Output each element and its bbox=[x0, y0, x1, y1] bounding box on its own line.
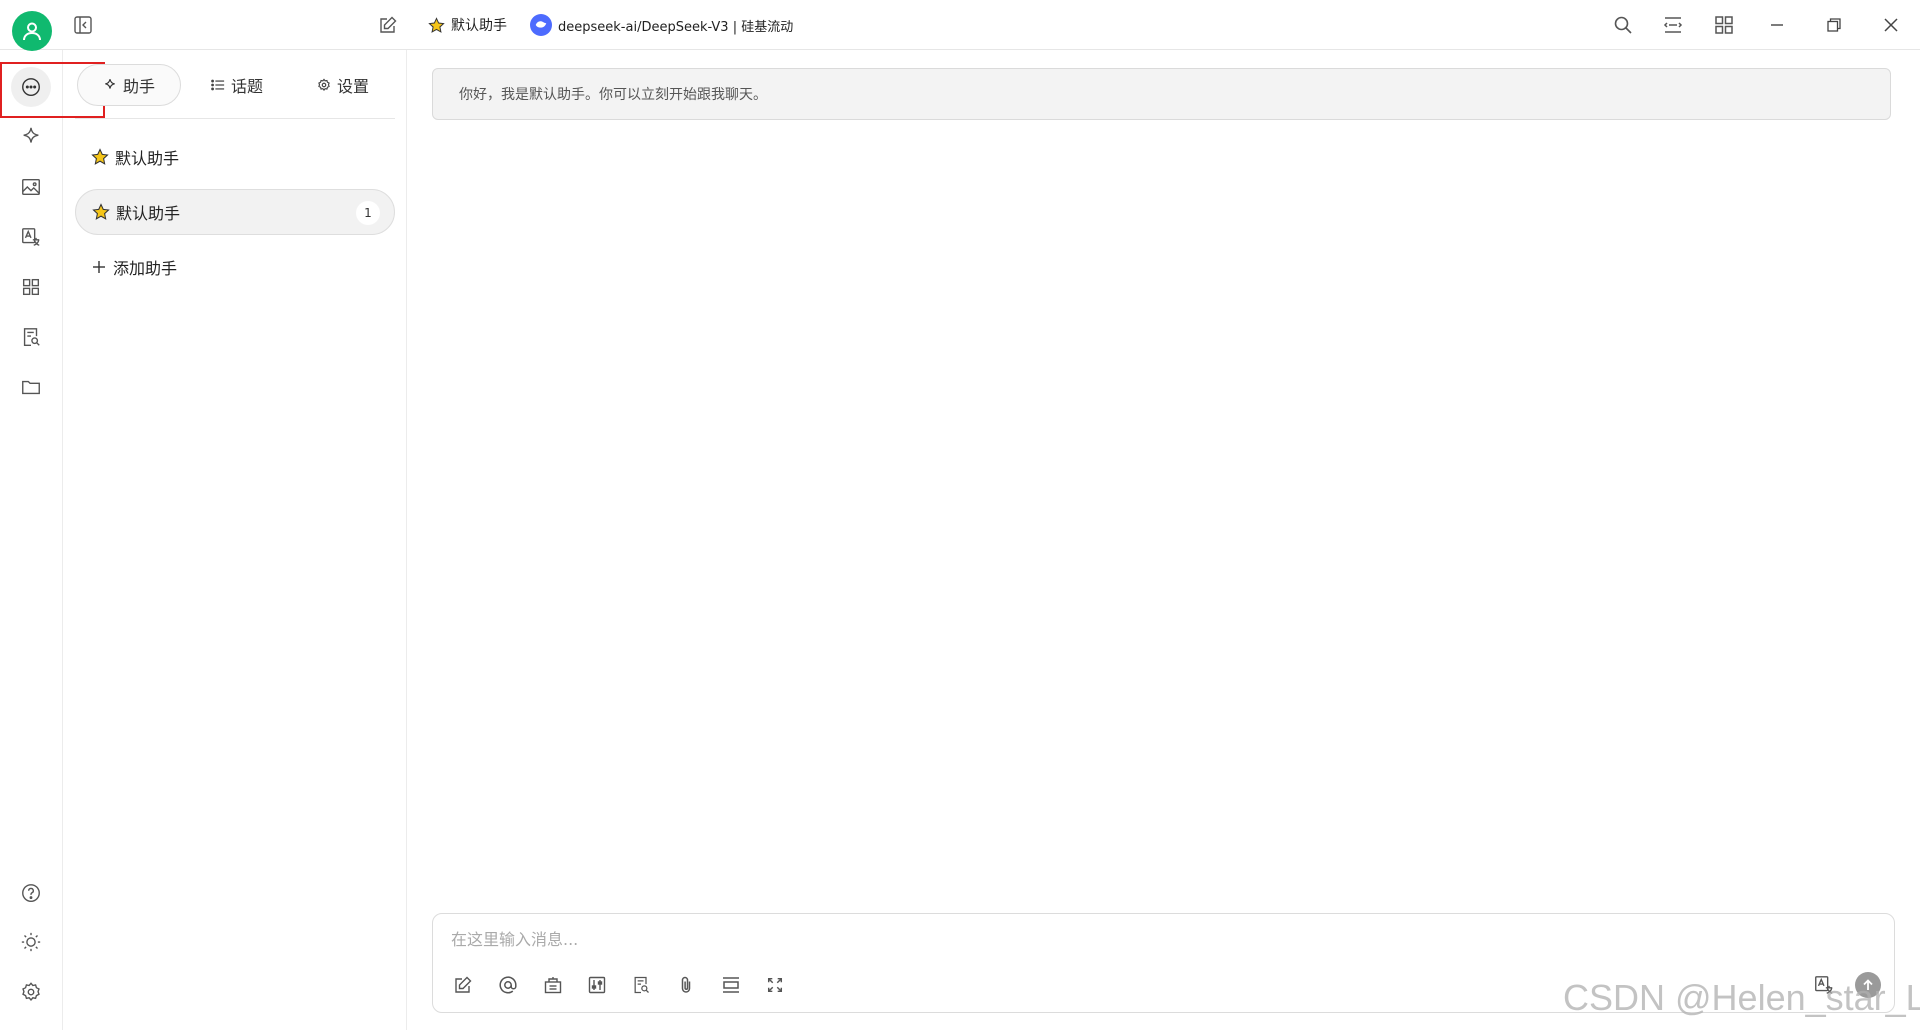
restore-icon bbox=[1827, 18, 1841, 32]
plus-icon bbox=[93, 261, 105, 273]
paperclip-icon bbox=[681, 976, 691, 993]
knowledge-tool-button[interactable] bbox=[626, 970, 656, 1000]
star-icon bbox=[91, 148, 109, 165]
rail-chat-button[interactable] bbox=[11, 67, 51, 107]
sparkle-icon bbox=[105, 79, 115, 89]
gear-icon bbox=[22, 982, 40, 1002]
minimize-button[interactable] bbox=[1760, 8, 1794, 42]
add-assistant-button[interactable]: 添加助手 bbox=[75, 244, 395, 290]
tabs-divider bbox=[75, 118, 395, 119]
add-assistant-label: 添加助手 bbox=[113, 259, 178, 278]
user-icon bbox=[23, 22, 41, 41]
whale-icon bbox=[535, 21, 547, 28]
sliders-icon bbox=[588, 976, 606, 994]
search-icon bbox=[1614, 16, 1632, 34]
sun-icon bbox=[21, 932, 41, 952]
star-icon bbox=[428, 16, 445, 33]
greeting-message: 你好，我是默认助手。你可以立刻开始跟我聊天。 bbox=[432, 68, 1891, 120]
attach-tool-button[interactable] bbox=[671, 970, 701, 1000]
grid-icon bbox=[22, 278, 40, 296]
toggle-sidebar-button[interactable] bbox=[66, 8, 100, 42]
model-label: deepseek-ai/DeepSeek-V3 | 硅基流动 bbox=[558, 19, 794, 35]
expand-width-icon bbox=[1663, 17, 1683, 33]
rail-files-button[interactable] bbox=[11, 367, 51, 407]
watermark: CSDN @Helen_star_L bbox=[1563, 977, 1920, 1018]
assistant-name: 默认助手 bbox=[451, 18, 507, 34]
clear-context-tool-button[interactable] bbox=[716, 970, 746, 1000]
greeting-text: 你好，我是默认助手。你可以立刻开始跟我聊天。 bbox=[459, 87, 767, 103]
new-topic-tool-button[interactable] bbox=[448, 970, 478, 1000]
translate-icon bbox=[22, 228, 40, 246]
edit-icon bbox=[455, 976, 472, 993]
rail-apps-button[interactable] bbox=[11, 267, 51, 307]
building-icon bbox=[544, 977, 562, 994]
message-input[interactable] bbox=[451, 924, 1651, 954]
expand-tool-button[interactable] bbox=[760, 970, 790, 1000]
title-bar: 默认助手 deepseek-ai/DeepSeek-V3 | 硅基流动 bbox=[0, 0, 1920, 51]
apps-button[interactable] bbox=[1707, 8, 1741, 42]
chat-bubble-icon bbox=[22, 78, 40, 96]
model-selector[interactable]: deepseek-ai/DeepSeek-V3 | 硅基流动 bbox=[530, 13, 793, 37]
tab-assistants[interactable]: 助手 bbox=[77, 64, 181, 106]
mention-tool-button[interactable] bbox=[493, 970, 523, 1000]
edit-icon bbox=[380, 16, 397, 33]
rail-settings-button[interactable] bbox=[11, 972, 51, 1012]
rail-knowledge-button[interactable] bbox=[11, 317, 51, 357]
close-button[interactable] bbox=[1874, 8, 1908, 42]
grid-icon bbox=[1715, 16, 1733, 34]
restore-button[interactable] bbox=[1817, 8, 1851, 42]
assistant-crumb[interactable]: 默认助手 bbox=[428, 13, 507, 37]
settings-tool-button[interactable] bbox=[582, 970, 612, 1000]
user-avatar[interactable] bbox=[12, 11, 52, 51]
assistant-sidebar: 助手 话题 设置 默认助手 默认助手 1 添加助手 bbox=[63, 50, 407, 1030]
at-sign-icon bbox=[499, 976, 517, 994]
assistant-item-active[interactable]: 默认助手 1 bbox=[75, 189, 395, 235]
web-search-tool-button[interactable] bbox=[538, 970, 568, 1000]
topic-count-badge: 1 bbox=[356, 201, 380, 225]
deepseek-logo-icon bbox=[530, 14, 552, 36]
rail-help-button[interactable] bbox=[11, 873, 51, 913]
assistant-item-label: 默认助手 bbox=[115, 149, 180, 168]
rail-agents-button[interactable] bbox=[11, 117, 51, 157]
rail-translate-button[interactable] bbox=[11, 217, 51, 257]
folder-icon bbox=[22, 380, 40, 395]
close-icon bbox=[1884, 18, 1898, 32]
tab-topics-label: 话题 bbox=[230, 77, 263, 96]
expand-icon bbox=[767, 977, 783, 993]
app-window: 默认助手 deepseek-ai/DeepSeek-V3 | 硅基流动 助手 话… bbox=[0, 0, 1920, 1030]
assistant-item[interactable]: 默认助手 bbox=[75, 134, 395, 180]
file-search-icon bbox=[23, 328, 40, 346]
tab-settings-label: 设置 bbox=[336, 77, 369, 96]
context-break-icon bbox=[723, 977, 739, 993]
rail-image-button[interactable] bbox=[11, 167, 51, 207]
rail-theme-button[interactable] bbox=[11, 922, 51, 962]
gear-icon bbox=[318, 78, 330, 91]
file-search-icon bbox=[634, 976, 649, 994]
minimize-icon bbox=[1771, 24, 1783, 26]
assistant-item-label: 默认助手 bbox=[116, 204, 181, 223]
nav-rail bbox=[0, 50, 63, 1030]
sidebar-tabs: 助手 话题 设置 bbox=[75, 64, 395, 106]
tab-assistants-label: 助手 bbox=[122, 77, 155, 96]
search-button[interactable] bbox=[1606, 8, 1640, 42]
tab-topics[interactable]: 话题 bbox=[185, 64, 289, 106]
help-icon bbox=[22, 884, 40, 902]
new-chat-button[interactable] bbox=[371, 8, 405, 42]
layout-toggle-button[interactable] bbox=[1656, 8, 1690, 42]
image-icon bbox=[22, 178, 40, 196]
sidebar-panel-icon bbox=[74, 16, 92, 34]
star-icon bbox=[92, 203, 110, 220]
sparkle-icon bbox=[23, 127, 39, 143]
list-icon bbox=[211, 79, 225, 91]
tab-settings[interactable]: 设置 bbox=[291, 64, 395, 106]
